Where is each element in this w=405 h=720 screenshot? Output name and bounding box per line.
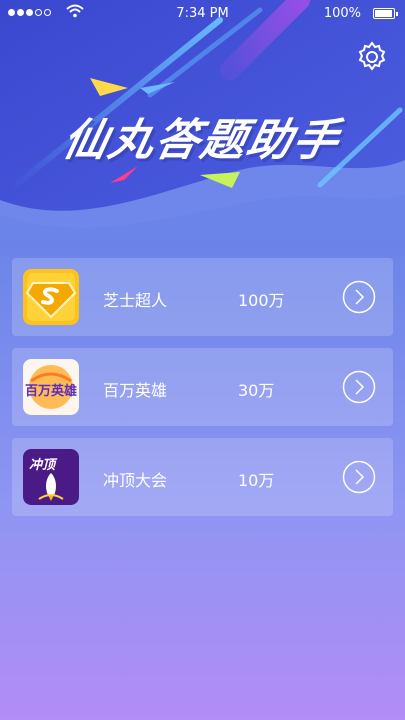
hero-banner: 仙丸答题助手 xyxy=(0,0,405,240)
app-card-baiwan[interactable]: 百万英雄 百万英雄 30万 xyxy=(12,348,393,426)
app-card-zhishi[interactable]: 芝士超人 100万 xyxy=(12,258,393,336)
chevron-right-icon[interactable] xyxy=(342,370,376,404)
app-list: 芝士超人 100万 百万英雄 百万英雄 30万 冲顶 冲顶大会 10万 xyxy=(12,258,393,528)
gear-icon[interactable] xyxy=(355,40,389,74)
app-name: 芝士超人 xyxy=(103,291,168,310)
battery-percentage: 100% xyxy=(323,6,361,21)
app-title: 仙丸答题助手 xyxy=(58,115,345,166)
battery-icon xyxy=(373,8,398,19)
app-name: 冲顶大会 xyxy=(103,471,168,490)
app-card-chongding[interactable]: 冲顶 冲顶大会 10万 xyxy=(12,438,393,516)
million-hero-logo-text: 百万英雄 xyxy=(25,383,77,399)
cheese-superman-icon xyxy=(23,269,79,325)
chevron-right-icon[interactable] xyxy=(342,280,376,314)
prize-amount: 10万 xyxy=(238,471,275,490)
chongding-logo-text: 冲顶 xyxy=(29,457,58,473)
prize-amount: 30万 xyxy=(238,381,275,400)
chongding-rocket-icon: 冲顶 xyxy=(23,449,79,505)
status-bar: 7:34 PM 100% xyxy=(0,0,405,28)
chevron-right-icon[interactable] xyxy=(342,460,376,494)
app-name: 百万英雄 xyxy=(103,381,168,400)
prize-amount: 100万 xyxy=(238,291,285,310)
million-hero-icon: 百万英雄 xyxy=(23,359,79,415)
